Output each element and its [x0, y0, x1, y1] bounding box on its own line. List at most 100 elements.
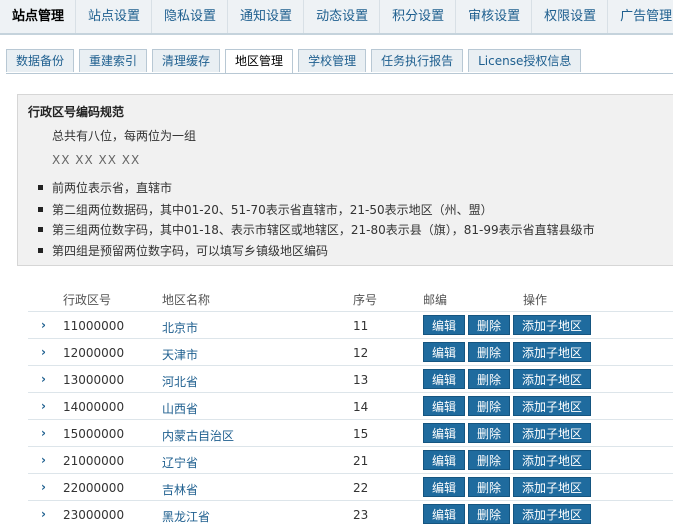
region-seq: 13	[353, 373, 369, 387]
region-code: 15000000	[63, 427, 125, 441]
expand-arrow-icon[interactable]: ›	[41, 453, 46, 467]
expand-arrow-icon[interactable]: ›	[41, 372, 46, 386]
rules-format: XX XX XX XX	[52, 153, 141, 167]
add-child-region-button[interactable]: 添加子地区	[513, 315, 591, 335]
add-child-region-button[interactable]: 添加子地区	[513, 396, 591, 416]
topnav-item-ad-management[interactable]: 广告管理	[608, 0, 673, 33]
top-nav: 站点管理 站点设置 隐私设置 通知设置 动态设置 积分设置 审核设置 权限设置 …	[0, 0, 673, 35]
bullet-icon	[38, 185, 43, 190]
region-name-link[interactable]: 辽宁省	[162, 454, 198, 471]
header-seq: 序号	[353, 293, 378, 307]
region-seq: 15	[353, 427, 369, 441]
topnav-item-feed-settings[interactable]: 动态设置	[304, 0, 381, 33]
header-code: 行政区号	[63, 293, 112, 307]
edit-button[interactable]: 编辑	[423, 477, 465, 497]
expand-arrow-icon[interactable]: ›	[41, 507, 46, 521]
region-name-link[interactable]: 内蒙古自治区	[162, 427, 234, 444]
add-child-region-button[interactable]: 添加子地区	[513, 369, 591, 389]
tab-region-management[interactable]: 地区管理	[225, 49, 294, 73]
region-code: 21000000	[63, 454, 125, 468]
delete-button[interactable]: 删除	[468, 396, 510, 416]
tab-clear-cache[interactable]: 清理缓存	[152, 49, 221, 72]
expand-arrow-icon[interactable]: ›	[41, 399, 46, 413]
table-row: › 12000000 天津市 12 编辑 删除 添加子地区	[28, 338, 673, 366]
add-child-region-button[interactable]: 添加子地区	[513, 423, 591, 443]
tab-license-info[interactable]: License授权信息	[468, 49, 582, 72]
edit-button[interactable]: 编辑	[423, 504, 465, 524]
add-child-region-button[interactable]: 添加子地区	[513, 477, 591, 497]
expand-arrow-icon[interactable]: ›	[41, 318, 46, 332]
add-child-region-button[interactable]: 添加子地区	[513, 342, 591, 362]
sub-tabs: 数据备份 重建索引 清理缓存 地区管理 学校管理 任务执行报告 License授…	[6, 49, 673, 74]
rule-item: 第四组是预留两位数字码，可以填写乡镇级地区编码	[38, 242, 328, 259]
rules-summary: 总共有八位，每两位为一组	[52, 129, 197, 143]
add-child-region-button[interactable]: 添加子地区	[513, 504, 591, 524]
delete-button[interactable]: 删除	[468, 450, 510, 470]
rule-item: 第二组两位数据码，其中01-20、51-70表示省直辖市，21-50表示地区（州…	[38, 201, 493, 218]
edit-button[interactable]: 编辑	[423, 450, 465, 470]
region-name-link[interactable]: 天津市	[162, 346, 198, 363]
edit-button[interactable]: 编辑	[423, 369, 465, 389]
tab-school-management[interactable]: 学校管理	[298, 49, 367, 72]
region-code: 11000000	[63, 319, 125, 333]
bullet-icon	[38, 227, 43, 232]
rule-text: 前两位表示省，直辖市	[52, 181, 173, 195]
table-row: › 23000000 黑龙江省 23 编辑 删除 添加子地区	[28, 500, 673, 528]
rule-text: 第三组两位数字码，其中01-18、表示市辖区或地辖区，21-80表示县（旗），8…	[52, 223, 595, 237]
rule-text: 第四组是预留两位数字码，可以填写乡镇级地区编码	[52, 244, 329, 258]
region-code: 23000000	[63, 508, 125, 522]
table-row: › 21000000 辽宁省 21 编辑 删除 添加子地区	[28, 446, 673, 474]
region-name-link[interactable]: 山西省	[162, 400, 198, 417]
topnav-item-review-settings[interactable]: 审核设置	[456, 0, 533, 33]
region-name-link[interactable]: 北京市	[162, 319, 198, 336]
expand-arrow-icon[interactable]: ›	[41, 426, 46, 440]
edit-button[interactable]: 编辑	[423, 315, 465, 335]
table-row: › 15000000 内蒙古自治区 15 编辑 删除 添加子地区	[28, 419, 673, 447]
delete-button[interactable]: 删除	[468, 369, 510, 389]
region-code: 22000000	[63, 481, 125, 495]
topnav-item-notification-settings[interactable]: 通知设置	[228, 0, 305, 33]
delete-button[interactable]: 删除	[468, 477, 510, 497]
delete-button[interactable]: 删除	[468, 342, 510, 362]
region-seq: 11	[353, 319, 369, 333]
expand-arrow-icon[interactable]: ›	[41, 345, 46, 359]
bullet-icon	[38, 248, 43, 253]
region-seq: 23	[353, 508, 369, 522]
region-code: 13000000	[63, 373, 125, 387]
rule-item: 第三组两位数字码，其中01-18、表示市辖区或地辖区，21-80表示县（旗），8…	[38, 221, 595, 238]
expand-arrow-icon[interactable]: ›	[41, 480, 46, 494]
tab-data-backup[interactable]: 数据备份	[6, 49, 75, 72]
delete-button[interactable]: 删除	[468, 315, 510, 335]
rules-title: 行政区号编码规范	[28, 105, 125, 119]
region-name-link[interactable]: 吉林省	[162, 481, 198, 498]
region-seq: 22	[353, 481, 369, 495]
edit-button[interactable]: 编辑	[423, 342, 465, 362]
header-postcode: 邮编	[423, 293, 448, 307]
topnav-item-site-management[interactable]: 站点管理	[0, 0, 77, 33]
region-seq: 14	[353, 400, 369, 414]
topnav-item-privacy-settings[interactable]: 隐私设置	[152, 0, 229, 33]
edit-button[interactable]: 编辑	[423, 396, 465, 416]
table-header: 行政区号 地区名称 序号 邮编 操作	[0, 288, 673, 310]
table-row: › 13000000 河北省 13 编辑 删除 添加子地区	[28, 365, 673, 393]
topnav-item-points-settings[interactable]: 积分设置	[380, 0, 457, 33]
header-name: 地区名称	[162, 293, 211, 307]
region-code: 14000000	[63, 400, 125, 414]
add-child-region-button[interactable]: 添加子地区	[513, 450, 591, 470]
tab-rebuild-index[interactable]: 重建索引	[79, 49, 148, 72]
region-name-link[interactable]: 黑龙江省	[162, 508, 210, 525]
tab-task-report[interactable]: 任务执行报告	[371, 49, 464, 72]
table-row: › 14000000 山西省 14 编辑 删除 添加子地区	[28, 392, 673, 420]
topnav-item-permission-settings[interactable]: 权限设置	[532, 0, 609, 33]
header-ops: 操作	[523, 293, 548, 307]
region-code: 12000000	[63, 346, 125, 360]
region-name-link[interactable]: 河北省	[162, 373, 198, 390]
delete-button[interactable]: 删除	[468, 504, 510, 524]
edit-button[interactable]: 编辑	[423, 423, 465, 443]
bullet-icon	[38, 207, 43, 212]
region-seq: 21	[353, 454, 369, 468]
coding-rules-panel: 行政区号编码规范 总共有八位，每两位为一组 XX XX XX XX 前两位表示省…	[17, 94, 673, 266]
table-row: › 22000000 吉林省 22 编辑 删除 添加子地区	[28, 473, 673, 501]
topnav-item-site-settings[interactable]: 站点设置	[76, 0, 153, 33]
delete-button[interactable]: 删除	[468, 423, 510, 443]
